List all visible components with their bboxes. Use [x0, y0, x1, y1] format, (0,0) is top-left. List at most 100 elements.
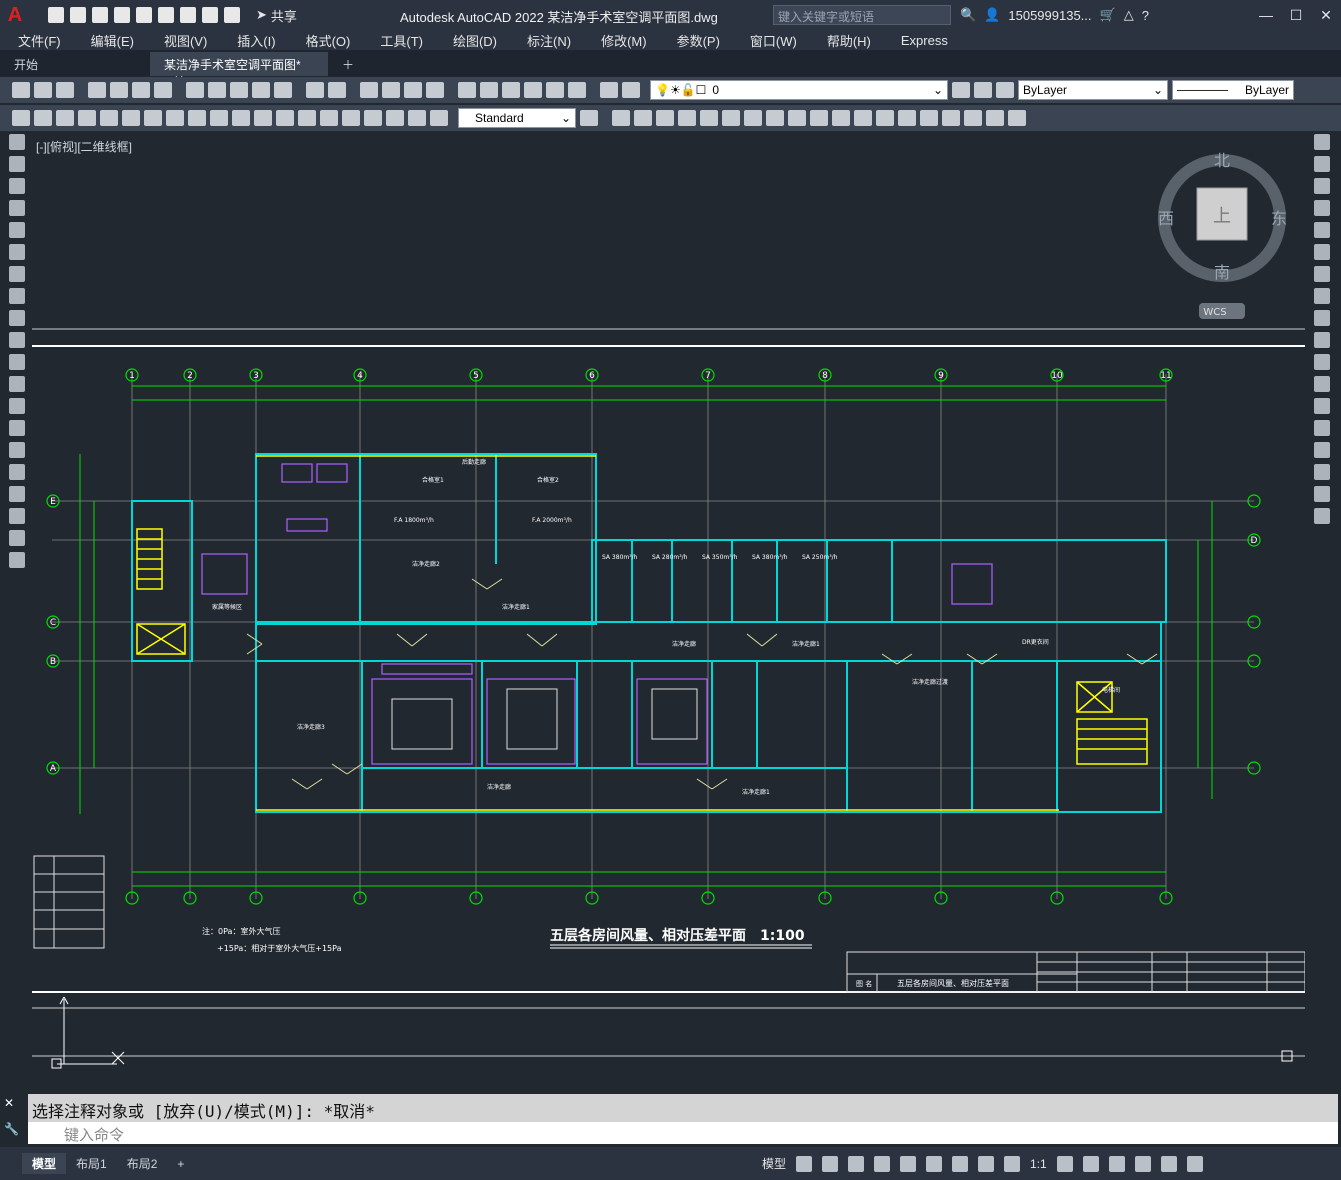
mirror-icon[interactable] — [634, 110, 652, 126]
jogged-icon[interactable] — [144, 110, 162, 126]
dimension-update-icon[interactable] — [430, 110, 448, 126]
menu-parametric[interactable]: 参数(P) — [659, 31, 732, 50]
break-icon[interactable] — [1314, 398, 1330, 414]
copy-icon[interactable] — [208, 82, 226, 98]
extend-icon[interactable] — [1314, 354, 1330, 370]
rectangle-icon[interactable] — [9, 222, 25, 238]
offset-icon[interactable] — [656, 110, 674, 126]
scale-icon[interactable] — [1314, 288, 1330, 304]
tab-layout1[interactable]: 布局1 — [66, 1153, 117, 1174]
trim-icon[interactable] — [1314, 332, 1330, 348]
isolate-icon[interactable] — [1108, 1155, 1125, 1172]
search-input[interactable]: 键入关键字或短语 — [773, 5, 951, 25]
center-mark-icon[interactable] — [320, 110, 338, 126]
properties-icon[interactable] — [458, 82, 476, 98]
menu-view[interactable]: 视图(V) — [146, 31, 219, 50]
open-icon[interactable] — [34, 82, 52, 98]
point-icon[interactable] — [9, 420, 25, 436]
spline-icon[interactable] — [9, 310, 25, 326]
make-current-layer-icon[interactable] — [952, 82, 970, 98]
help-icon[interactable] — [600, 82, 618, 98]
menu-tools[interactable]: 工具(T) — [362, 31, 435, 50]
draworder-icon[interactable] — [986, 110, 1004, 126]
menu-format[interactable]: 格式(O) — [288, 31, 363, 50]
block-editor-icon[interactable] — [274, 82, 292, 98]
dimension-style-icon[interactable] — [580, 110, 598, 126]
stretch-icon[interactable] — [766, 110, 784, 126]
tab-drawing[interactable]: 某洁净手术室空调平面图* ✕ — [150, 52, 328, 87]
redo-icon[interactable] — [328, 82, 346, 98]
user-name[interactable]: 1505999135... — [1008, 8, 1091, 23]
grid-icon[interactable] — [796, 1155, 813, 1172]
blend-curves-icon[interactable] — [1314, 486, 1330, 502]
offset-icon[interactable] — [1314, 200, 1330, 216]
join-icon[interactable] — [854, 110, 872, 126]
save-to-web-icon[interactable] — [158, 7, 174, 23]
auto-scale-icon[interactable] — [1004, 1155, 1021, 1172]
undo-icon[interactable] — [306, 82, 324, 98]
quick-dimension-icon[interactable] — [12, 110, 30, 126]
circle-icon[interactable] — [9, 266, 25, 282]
open-icon[interactable] — [70, 7, 86, 23]
table-icon[interactable] — [9, 508, 25, 524]
rotate-icon[interactable] — [1314, 266, 1330, 282]
user-icon[interactable]: 👤 — [984, 7, 1000, 23]
hatch-icon[interactable] — [9, 442, 25, 458]
rotate-icon[interactable] — [722, 110, 740, 126]
new-tab-button[interactable]: ＋ — [328, 52, 368, 76]
array-icon[interactable] — [1314, 222, 1330, 238]
chamfer-icon[interactable] — [1314, 442, 1330, 458]
autocad-logo-icon[interactable]: A — [0, 0, 30, 30]
layer-previous-icon[interactable] — [974, 82, 992, 98]
chamfer-icon[interactable] — [876, 110, 894, 126]
copy-object-icon[interactable] — [612, 110, 630, 126]
clean-screen-icon[interactable] — [1160, 1155, 1177, 1172]
arc-icon[interactable] — [9, 244, 25, 260]
tab-layout2[interactable]: 布局2 — [117, 1153, 168, 1174]
paste-icon[interactable] — [230, 82, 248, 98]
jogged-linear-icon[interactable] — [364, 110, 382, 126]
polar-icon[interactable] — [874, 1155, 891, 1172]
baseline-icon[interactable] — [210, 110, 228, 126]
tab-model[interactable]: 模型 — [22, 1153, 67, 1174]
angular-icon[interactable] — [188, 110, 206, 126]
revision-cloud-icon[interactable] — [9, 288, 25, 304]
menu-help[interactable]: 帮助(H) — [809, 31, 883, 50]
break-at-point-icon[interactable] — [1314, 376, 1330, 392]
add-selected-icon[interactable] — [9, 552, 25, 568]
gear-icon[interactable] — [1056, 1155, 1073, 1172]
command-input[interactable]: 键入命令 — [28, 1122, 1338, 1144]
move-icon[interactable] — [1314, 244, 1330, 260]
menu-file[interactable]: 文件(F) — [0, 31, 73, 50]
add-icon[interactable] — [1082, 1155, 1099, 1172]
drawing-canvas[interactable]: [-][俯视][二维线框] 1 2 3 4 5 6 7 8 9 10 11 E … — [32, 134, 1305, 1089]
radius-icon[interactable] — [122, 110, 140, 126]
help-icon[interactable]: ? — [1142, 8, 1149, 23]
linear-dimension-icon[interactable] — [34, 110, 52, 126]
3d-print-icon[interactable] — [154, 82, 172, 98]
menu-draw[interactable]: 绘图(D) — [435, 31, 509, 50]
publish-icon[interactable] — [132, 82, 150, 98]
plot-preview-icon[interactable] — [110, 82, 128, 98]
join-icon[interactable] — [1314, 420, 1330, 436]
linetype-dropdown[interactable]: ────── ByLayer — [1172, 80, 1294, 100]
inspection-icon[interactable] — [342, 110, 360, 126]
menu-express[interactable]: Express — [883, 33, 960, 48]
ellipse-icon[interactable] — [9, 332, 25, 348]
line-icon[interactable] — [9, 134, 25, 150]
move-icon[interactable] — [700, 110, 718, 126]
sheet-set-icon[interactable] — [524, 82, 542, 98]
isolate-icon[interactable] — [1008, 110, 1026, 126]
customize-icon[interactable]: 🔧 — [4, 1122, 24, 1136]
ordinate-icon[interactable] — [100, 110, 118, 126]
multiline-text-icon[interactable] — [9, 530, 25, 546]
insert-block-icon[interactable] — [9, 376, 25, 392]
hardware-acceleration-icon[interactable] — [1134, 1155, 1151, 1172]
add-layout-button[interactable]: + — [167, 1155, 194, 1173]
annotation-visibility-icon[interactable] — [978, 1155, 995, 1172]
model-space-label[interactable]: 模型 — [762, 1155, 786, 1172]
explode-icon[interactable] — [920, 110, 938, 126]
menu-dimension[interactable]: 标注(N) — [509, 31, 583, 50]
snap-icon[interactable] — [822, 1155, 839, 1172]
zoom-realtime-icon[interactable] — [382, 82, 400, 98]
